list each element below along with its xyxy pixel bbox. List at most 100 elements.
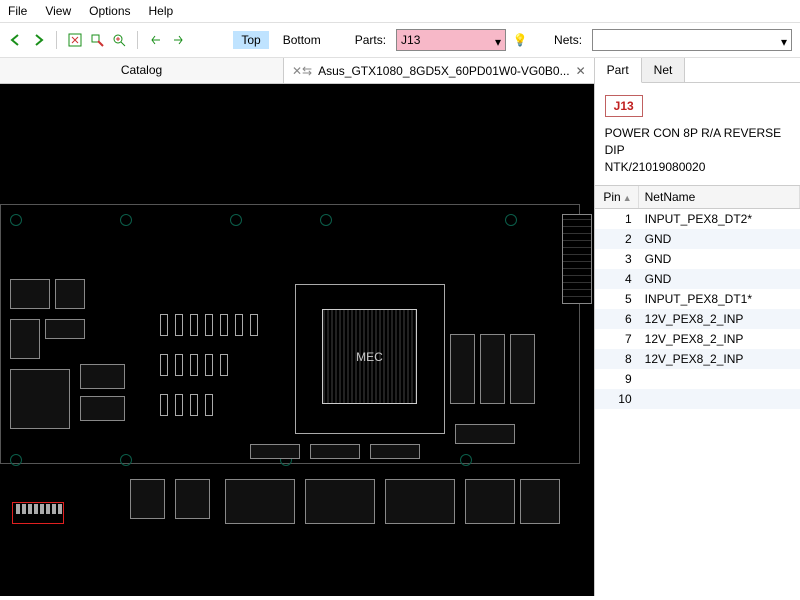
capacitor: [160, 394, 168, 416]
col-net-header: NetName: [639, 186, 800, 208]
component: [305, 479, 375, 524]
component: [310, 444, 360, 459]
edge-connector: [562, 214, 592, 304]
nets-label: Nets:: [554, 33, 582, 47]
table-row[interactable]: 612V_PEX8_2_INP: [595, 309, 800, 329]
mounting-hole: [120, 454, 132, 466]
table-row[interactable]: 3GND: [595, 249, 800, 269]
net-name: INPUT_PEX8_DT2*: [639, 209, 800, 229]
net-name: [639, 369, 800, 389]
layer-bottom-button[interactable]: Bottom: [275, 31, 329, 49]
gpu-die: MEC: [322, 309, 417, 404]
pin-number: 10: [595, 389, 639, 409]
capacitor: [160, 314, 168, 336]
net-name: GND: [639, 249, 800, 269]
component: [10, 369, 70, 429]
tab-net[interactable]: Net: [642, 58, 686, 82]
tab-catalog[interactable]: Catalog: [0, 58, 284, 83]
mounting-hole: [320, 214, 332, 226]
nets-combo[interactable]: ▾: [592, 29, 792, 51]
shuffle-icon: ✕⇆: [292, 64, 312, 78]
component: [455, 424, 515, 444]
table-header[interactable]: Pin▲ NetName: [595, 186, 800, 209]
zoom-fit-icon[interactable]: [67, 31, 83, 49]
table-row[interactable]: 5INPUT_PEX8_DT1*: [595, 289, 800, 309]
prev-icon[interactable]: [148, 31, 164, 49]
capacitor: [160, 354, 168, 376]
pin-number: 6: [595, 309, 639, 329]
capacitor: [175, 314, 183, 336]
next-icon[interactable]: [170, 31, 186, 49]
component: [385, 479, 455, 524]
menu-options[interactable]: Options: [89, 4, 130, 18]
zoom-in-icon[interactable]: [111, 31, 127, 49]
layer-top-button[interactable]: Top: [233, 31, 268, 49]
chevron-down-icon: ▾: [781, 35, 787, 49]
capacitor: [220, 314, 228, 336]
zoom-region-icon[interactable]: [89, 31, 105, 49]
sort-asc-icon: ▲: [623, 193, 632, 203]
pin-number: 8: [595, 349, 639, 369]
capacitor: [205, 314, 213, 336]
net-name: 12V_PEX8_2_INP: [639, 309, 800, 329]
left-pane: Catalog ✕⇆ Asus_GTX1080_8GD5X_60PD01W0-V…: [0, 58, 595, 596]
net-name: GND: [639, 269, 800, 289]
forward-icon[interactable]: [30, 31, 46, 49]
capacitor: [175, 394, 183, 416]
pins-table: Pin▲ NetName 1INPUT_PEX8_DT2*2GND3GND4GN…: [595, 185, 800, 409]
connector-pads: [16, 504, 62, 514]
component: [225, 479, 295, 524]
menu-view[interactable]: View: [45, 4, 71, 18]
capacitor: [250, 314, 258, 336]
pcb-canvas[interactable]: MEC: [0, 84, 594, 596]
table-row[interactable]: 2GND: [595, 229, 800, 249]
capacitor: [190, 354, 198, 376]
net-name: [639, 389, 800, 409]
menu-file[interactable]: File: [8, 4, 27, 18]
capacitor: [220, 354, 228, 376]
component: [80, 364, 125, 389]
net-name: 12V_PEX8_2_INP: [639, 329, 800, 349]
pin-number: 9: [595, 369, 639, 389]
component: [510, 334, 535, 404]
separator: [56, 31, 57, 49]
close-icon[interactable]: ✕: [576, 64, 586, 78]
col-pin-header: Pin▲: [595, 186, 639, 208]
table-row[interactable]: 10: [595, 389, 800, 409]
capacitor: [235, 314, 243, 336]
capacitor: [190, 394, 198, 416]
pin-number: 4: [595, 269, 639, 289]
table-row[interactable]: 812V_PEX8_2_INP: [595, 349, 800, 369]
lightbulb-icon[interactable]: 💡: [512, 31, 528, 49]
capacitor: [190, 314, 198, 336]
component: [10, 319, 40, 359]
back-icon[interactable]: [8, 31, 24, 49]
component: [520, 479, 560, 524]
parts-combo[interactable]: J13 ▾: [396, 29, 506, 51]
mounting-hole: [10, 454, 22, 466]
pin-number: 1: [595, 209, 639, 229]
pin-number: 5: [595, 289, 639, 309]
tab-document[interactable]: ✕⇆ Asus_GTX1080_8GD5X_60PD01W0-VG0B0... …: [284, 58, 594, 83]
mounting-hole: [120, 214, 132, 226]
parts-label: Parts:: [355, 33, 386, 47]
table-row[interactable]: 9: [595, 369, 800, 389]
capacitor: [175, 354, 183, 376]
properties-tabs: Part Net: [595, 58, 800, 83]
menu-bar: File View Options Help: [0, 0, 800, 23]
component: [465, 479, 515, 524]
table-row[interactable]: 4GND: [595, 269, 800, 289]
net-name: INPUT_PEX8_DT1*: [639, 289, 800, 309]
net-name: 12V_PEX8_2_INP: [639, 349, 800, 369]
capacitor: [205, 354, 213, 376]
capacitor: [205, 394, 213, 416]
component: [175, 479, 210, 519]
component: [10, 279, 50, 309]
mounting-hole: [230, 214, 242, 226]
tab-part[interactable]: Part: [595, 58, 642, 83]
menu-help[interactable]: Help: [149, 4, 174, 18]
table-row[interactable]: 712V_PEX8_2_INP: [595, 329, 800, 349]
component: [370, 444, 420, 459]
table-row[interactable]: 1INPUT_PEX8_DT2*: [595, 209, 800, 229]
pin-number: 7: [595, 329, 639, 349]
